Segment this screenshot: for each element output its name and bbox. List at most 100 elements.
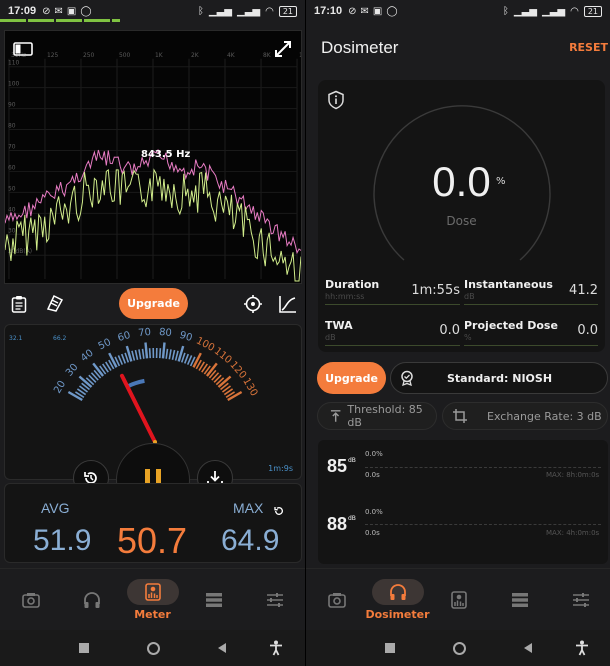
bottom-navigation: Meter — [0, 568, 305, 630]
nav-settings[interactable] — [550, 569, 610, 631]
nav-history[interactable] — [489, 569, 550, 631]
recents-button[interactable] — [76, 640, 92, 656]
history-time: 0.0s — [365, 529, 380, 537]
bluetooth-icon: ᛒ — [502, 5, 509, 17]
duration-title: Duration — [325, 278, 380, 291]
freq-tick-label: 125 — [47, 52, 59, 59]
upgrade-button[interactable]: Upgrade — [119, 288, 188, 319]
status-time: 17:10 — [314, 5, 343, 17]
nav-dosimeter[interactable] — [61, 569, 122, 631]
dial-tick — [171, 349, 176, 361]
home-button[interactable] — [145, 640, 161, 656]
signal-icon: ▁▃▅ — [513, 5, 537, 17]
freq-tick-label: 2K — [191, 52, 200, 59]
history-max: MAX: 4h:0m:0s — [546, 529, 600, 537]
meter-icon — [450, 591, 467, 609]
history-percent: 0.0% — [365, 508, 383, 516]
home-icon — [452, 641, 466, 655]
current-level-value: 50.7 — [117, 520, 188, 561]
dial-scale-label: 80 — [159, 327, 173, 339]
accessibility-button[interactable] — [268, 640, 284, 656]
threshold-icon — [330, 410, 341, 422]
nav-camera[interactable] — [0, 569, 61, 631]
db-tick-label: 50 — [8, 185, 16, 192]
nav-meter[interactable]: Meter — [122, 569, 183, 631]
dial-tick — [161, 342, 166, 359]
standard-selector[interactable]: Standard: NIOSH — [390, 362, 608, 394]
dial-tick — [141, 348, 145, 359]
nav-history[interactable] — [183, 569, 244, 631]
reset-max-icon[interactable] — [273, 502, 285, 521]
dial-tick — [227, 390, 243, 402]
crop-icon — [453, 409, 467, 423]
dial-scale-label: 70 — [138, 327, 152, 339]
accessibility-button[interactable] — [574, 640, 590, 656]
nav-settings[interactable] — [244, 569, 305, 631]
elapsed-time: 1m:9s — [268, 464, 293, 473]
system-navigation-bar — [306, 630, 610, 666]
clipboard-icon[interactable] — [8, 293, 30, 315]
history-level: 88 — [327, 514, 348, 534]
nav-camera[interactable] — [306, 569, 367, 631]
status-time: 17:09 — [8, 5, 37, 17]
duration-unit: hh:mm:ss — [325, 292, 365, 301]
signal-icon: ▁▃▅ — [208, 5, 232, 17]
db-tick-label: 110 — [8, 60, 20, 67]
sidebar-icon[interactable] — [13, 41, 33, 57]
avg-label: AVG — [41, 500, 70, 516]
stats-panel: AVG 51.9 50.7 MAX 64.9 — [4, 483, 302, 563]
spectrum-chart[interactable]: 31Hz1252505001K2K4K8K16K 110100908070605… — [4, 30, 302, 284]
bottom-navigation: Dosimeter — [306, 568, 610, 630]
dial-tick — [192, 352, 202, 368]
nav-dosimeter[interactable]: Dosimeter — [365, 569, 430, 631]
upgrade-button[interactable]: Upgrade — [317, 362, 386, 394]
db-tick-label: 70 — [8, 144, 16, 151]
dial-tick — [124, 352, 130, 363]
freq-tick-label: 16K — [299, 52, 301, 59]
dial-tick — [174, 350, 179, 361]
dial-scale-label: 40 — [79, 348, 96, 365]
threshold-setting[interactable]: Threshold: 85 dB — [317, 402, 437, 430]
reset-button[interactable]: RESET — [569, 41, 608, 54]
dial-tick — [134, 349, 139, 361]
back-button[interactable] — [520, 640, 536, 656]
nav-meter[interactable] — [428, 569, 489, 631]
back-icon — [524, 643, 532, 653]
badge-icon — [401, 370, 413, 386]
target-icon[interactable] — [242, 293, 264, 315]
back-button[interactable] — [214, 640, 230, 656]
spectrum-db-labels: 1101009080706050403020dB(A) — [8, 60, 32, 255]
chart-icon[interactable] — [277, 293, 299, 315]
freq-tick-label: 4K — [227, 52, 236, 59]
meter-screen: 17:09 ⊘ ✉ ▣ ◯ ᛒ ▁▃▅ ▁▃▅ ◠ 21 31Hz 125 250 5… — [0, 0, 305, 666]
expand-icon[interactable] — [273, 39, 293, 59]
duration-value: 1m:55s — [411, 283, 460, 298]
peak-frequency-label: 843.5 Hz — [141, 149, 191, 160]
signal-icon: ▁▃▅ — [542, 5, 566, 17]
projected-dose-unit: % — [464, 333, 472, 342]
spectrum-freq-labels: 31Hz1252505001K2K4K8K16K — [11, 52, 301, 59]
recents-button[interactable] — [382, 640, 398, 656]
list-icon — [511, 593, 528, 607]
headphones-icon — [389, 584, 406, 600]
nav-dosimeter-label: Dosimeter — [365, 608, 430, 621]
exchange-rate-label: Exchange Rate: 3 dB — [487, 409, 602, 423]
projected-dose-title: Projected Dose — [464, 319, 558, 332]
alarm-off-icon: ⊘ — [42, 5, 51, 17]
page-title: Dosimeter — [321, 38, 399, 57]
sliders-icon — [572, 593, 589, 607]
twa-value: 0.0 — [439, 323, 460, 338]
dial-tick — [168, 349, 172, 360]
dial-tick — [183, 353, 190, 364]
freq-tick-label: 250 — [83, 52, 95, 59]
db-tick-label: 100 — [8, 81, 20, 88]
home-button[interactable] — [451, 640, 467, 656]
dial-scale-label: 90 — [178, 330, 193, 344]
freq-tick-label: 500 — [119, 52, 131, 59]
dose-card: 0.0 % Dose Duration hh:mm:ss 1m:55s Inst… — [318, 80, 605, 352]
instantaneous-value: 41.2 — [569, 283, 598, 298]
alarm-off-icon: ⊘ — [348, 5, 357, 17]
bookmark-icon[interactable] — [44, 292, 66, 314]
exchange-rate-setting[interactable]: Exchange Rate: 3 dB — [442, 402, 608, 430]
dial-tick — [120, 353, 127, 364]
